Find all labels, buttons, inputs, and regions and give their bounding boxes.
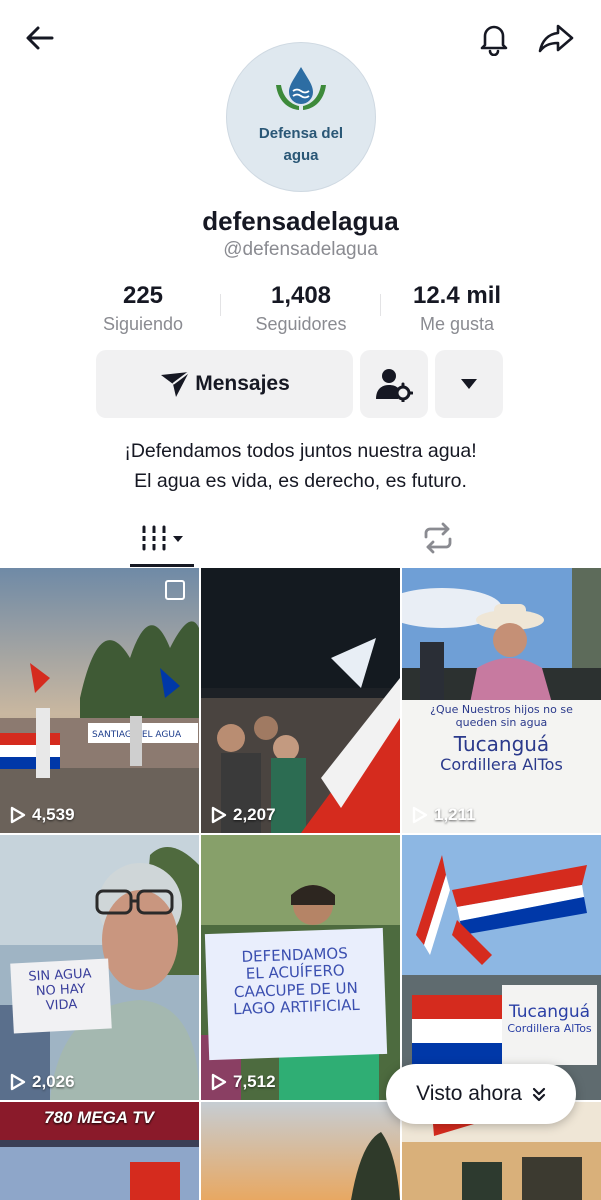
- grid-bars-icon: [141, 525, 183, 551]
- video-thumbnail[interactable]: 2,207: [201, 568, 400, 833]
- play-icon: [211, 806, 227, 824]
- protest-sign: DEFENDAMOS EL ACUÍFERO CAACUPE DE UN LAG…: [204, 927, 388, 1061]
- tv-logo: 780 MEGA TV: [44, 1108, 154, 1127]
- followers-label: Seguidores: [255, 314, 347, 334]
- video-thumbnail[interactable]: [201, 1102, 400, 1200]
- sign-line: LAGO ARTIFICIAL: [232, 995, 361, 1018]
- stat-following[interactable]: 225 Siguiendo: [82, 282, 204, 337]
- sign-line: Tucanguá: [508, 1002, 591, 1022]
- play-icon: [10, 806, 26, 824]
- video-thumbnail[interactable]: ¿Que Nuestros hijos no se queden sin agu…: [402, 568, 601, 833]
- protest-sign: Tucanguá Cordillera AlTos: [502, 985, 597, 1065]
- video-thumbnail[interactable]: SIN AGUA NO HAY VIDA 2,026: [0, 835, 199, 1100]
- stat-divider: [380, 294, 381, 316]
- followers-count: 1,408: [270, 282, 332, 309]
- play-icon: [211, 1073, 227, 1091]
- caret-down-icon: [461, 379, 477, 389]
- send-icon: [161, 371, 190, 397]
- bio-line2: El agua es vida, es derecho, es futuro.: [134, 470, 467, 492]
- stat-divider: [220, 294, 221, 316]
- bell-icon: [480, 25, 508, 56]
- tab-videos[interactable]: [130, 510, 194, 566]
- sign-line: Tucanguá: [453, 732, 550, 757]
- avatar-text-line1: Defensa del: [258, 125, 344, 142]
- content-tabs: [0, 510, 601, 568]
- view-count: 1,211: [412, 805, 476, 825]
- username: defensadelagua: [202, 206, 399, 236]
- avatar-text-line2: agua: [283, 147, 319, 164]
- add-friend-button[interactable]: [360, 350, 428, 418]
- message-button[interactable]: Mensajes: [96, 350, 353, 418]
- likes-label: Me gusta: [419, 314, 495, 334]
- video-thumbnail[interactable]: SANTIAGO EL AGUA 4,539: [0, 568, 199, 833]
- seen-now-button[interactable]: Visto ahora: [386, 1064, 576, 1124]
- view-count-text: 4,539: [32, 805, 75, 824]
- video-thumbnail[interactable]: Tucanguá Cordillera AlTos: [402, 835, 601, 1100]
- double-chevron-down-icon: [532, 1087, 546, 1102]
- sign-line: Cordillera AlTos: [507, 1021, 592, 1035]
- repost-icon: [424, 522, 452, 554]
- stat-followers[interactable]: 1,408 Seguidores: [232, 282, 370, 337]
- water-drop-hands-logo-icon: [276, 67, 326, 110]
- view-count: 2,026: [10, 1072, 75, 1092]
- view-count-text: 7,512: [233, 1072, 276, 1091]
- view-count-text: 2,026: [32, 1072, 75, 1091]
- share-button[interactable]: [534, 16, 578, 60]
- avatar[interactable]: Defensa del agua: [226, 42, 376, 192]
- likes-count: 12.4 mil: [412, 282, 502, 309]
- share-arrow-icon: [538, 24, 574, 53]
- active-tab-indicator: [130, 564, 194, 567]
- arrow-left-icon: [26, 26, 54, 50]
- more-options-button[interactable]: [435, 350, 503, 418]
- view-count: 2,207: [211, 805, 276, 825]
- handle: @defensadelagua: [223, 239, 378, 260]
- message-label: Mensajes: [195, 372, 290, 395]
- protest-sign: SIN AGUA NO HAY VIDA: [10, 958, 112, 1034]
- stat-likes[interactable]: 12.4 mil Me gusta: [394, 282, 520, 337]
- tab-reposts[interactable]: [408, 510, 468, 566]
- notifications-button[interactable]: [472, 16, 516, 60]
- view-count-text: 1,211: [434, 805, 476, 824]
- video-thumbnail[interactable]: 780 MEGA TV: [0, 1102, 199, 1200]
- play-icon: [10, 1073, 26, 1091]
- following-label: Siguiendo: [102, 314, 184, 334]
- back-button[interactable]: [18, 16, 62, 60]
- pinned-indicator: [165, 580, 185, 600]
- sign-line: queden sin agua: [455, 715, 548, 729]
- bio: ¡Defendamos todos juntos nuestra agua! E…: [0, 436, 601, 496]
- view-count-text: 2,207: [233, 805, 276, 824]
- following-count: 225: [122, 282, 164, 309]
- play-icon: [412, 806, 428, 824]
- view-count: 7,512: [211, 1072, 276, 1092]
- view-count: 4,539: [10, 805, 75, 825]
- video-thumbnail[interactable]: DEFENDAMOS EL ACUÍFERO CAACUPE DE UN LAG…: [201, 835, 400, 1100]
- sign-line: Cordillera AlTos: [440, 755, 563, 775]
- seen-now-label: Visto ahora: [416, 1082, 522, 1105]
- avatar-text: Defensa del agua: [227, 123, 375, 167]
- sign-line: ¿Que Nuestros hijos no se: [430, 703, 573, 716]
- user-settings-icon: [376, 369, 413, 402]
- bio-line1: ¡Defendamos todos juntos nuestra agua!: [124, 440, 477, 462]
